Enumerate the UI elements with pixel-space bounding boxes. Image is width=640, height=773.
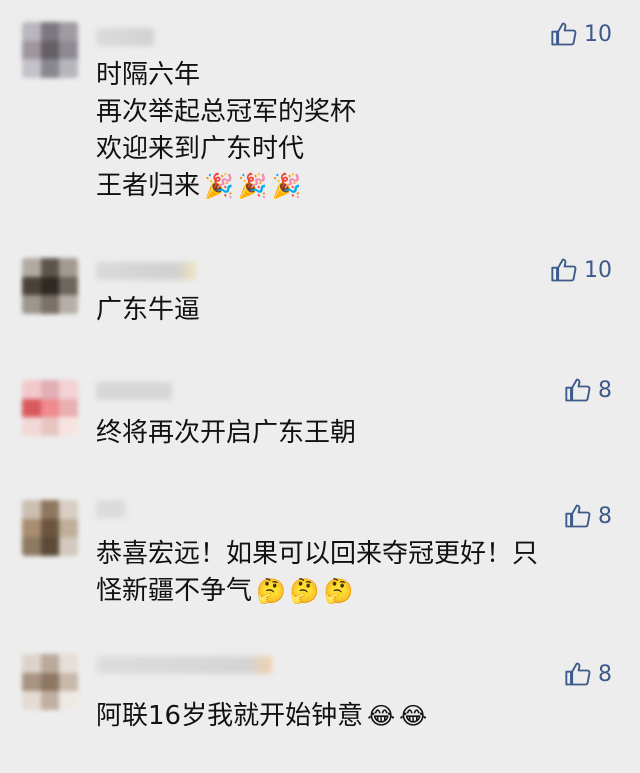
- like-button[interactable]: 10: [550, 256, 612, 284]
- like-count: 8: [598, 503, 612, 529]
- thumbs-up-icon: [565, 378, 591, 402]
- avatar[interactable]: [22, 380, 78, 436]
- comment-line: 阿联16岁我就开始钟意 😂 😂: [96, 698, 427, 735]
- comment-line: 欢迎来到广东时代: [96, 134, 305, 164]
- avatar[interactable]: [22, 22, 78, 78]
- nickname[interactable]: [96, 28, 154, 46]
- thumbs-up-icon: [565, 662, 591, 686]
- comment-item: 8 阿联16岁我就开始钟意 😂 😂: [0, 640, 640, 773]
- comment-text: 广东牛逼: [96, 292, 200, 329]
- like-button[interactable]: 8: [564, 660, 612, 688]
- thumbs-up-icon: [565, 504, 591, 528]
- like-button[interactable]: 8: [564, 376, 612, 404]
- comment-line-text: 阿联16岁我就开始钟意: [96, 701, 364, 731]
- like-count: 8: [598, 661, 612, 687]
- comment-line: 恭喜宏远！如果可以回来夺冠更好！只: [96, 539, 539, 569]
- tears-of-joy-icon: 😂: [399, 702, 428, 730]
- like-button[interactable]: 10: [550, 20, 612, 48]
- comment-item: 10 广东牛逼: [0, 230, 640, 350]
- like-count: 10: [584, 257, 612, 283]
- thinking-face-icon: 🤔: [256, 577, 286, 605]
- avatar[interactable]: [22, 258, 78, 314]
- like-count: 8: [598, 377, 612, 403]
- comment-line-text: 王者归来: [96, 171, 201, 201]
- avatar[interactable]: [22, 654, 78, 710]
- nickname[interactable]: [96, 500, 126, 518]
- comment-line-text: 怪新疆不争气: [96, 576, 253, 606]
- comment-line: 再次举起总冠军的奖杯: [96, 97, 357, 127]
- thumbs-up-icon: [551, 258, 577, 282]
- comment-line: 怪新疆不争气 🤔 🤔 🤔: [96, 573, 538, 610]
- comment-line: 终将再次开启广东王朝: [96, 418, 357, 448]
- nickname[interactable]: [96, 656, 272, 674]
- like-count: 10: [584, 21, 612, 47]
- party-popper-icon: 🎉: [271, 172, 302, 200]
- party-popper-icon: 🎉: [237, 172, 268, 200]
- nickname[interactable]: [96, 262, 196, 280]
- comment-item: 10 时隔六年 再次举起总冠军的奖杯 欢迎来到广东时代 王者归来 🎉 🎉 🎉: [0, 0, 640, 230]
- comment-text: 终将再次开启广东王朝: [96, 415, 356, 452]
- thinking-face-icon: 🤔: [289, 577, 320, 605]
- comment-text: 阿联16岁我就开始钟意 😂 😂: [96, 698, 427, 735]
- comment-line: 时隔六年: [96, 60, 201, 90]
- like-button[interactable]: 8: [564, 502, 612, 530]
- thumbs-up-icon: [551, 22, 577, 46]
- comment-line: 广东牛逼: [96, 295, 201, 325]
- comment-line: 王者归来 🎉 🎉 🎉: [96, 168, 356, 205]
- comment-item: 8 恭喜宏远！如果可以回来夺冠更好！只 怪新疆不争气 🤔 🤔 🤔: [0, 480, 640, 640]
- thinking-face-icon: 🤔: [323, 577, 354, 605]
- tears-of-joy-icon: 😂: [367, 702, 396, 730]
- comment-text: 时隔六年 再次举起总冠军的奖杯 欢迎来到广东时代 王者归来 🎉 🎉 🎉: [96, 57, 356, 205]
- party-popper-icon: 🎉: [204, 172, 234, 200]
- comment-text: 恭喜宏远！如果可以回来夺冠更好！只 怪新疆不争气 🤔 🤔 🤔: [96, 536, 538, 610]
- nickname[interactable]: [96, 382, 172, 400]
- comment-item: 8 终将再次开启广东王朝: [0, 350, 640, 480]
- avatar[interactable]: [22, 500, 78, 556]
